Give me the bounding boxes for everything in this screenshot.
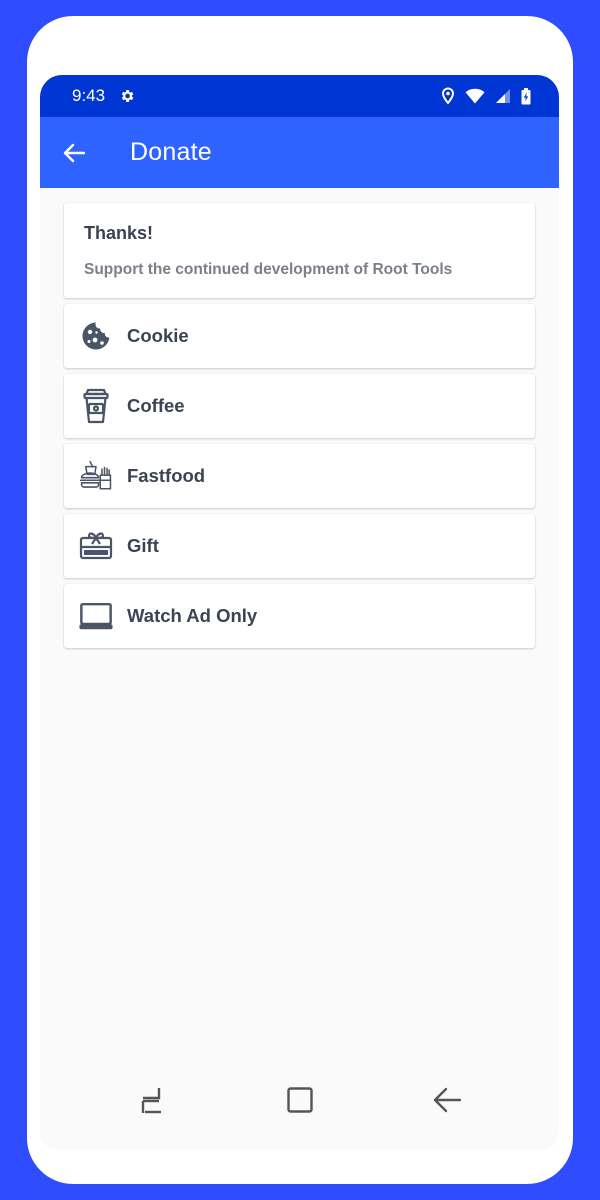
donate-item-label: Fastfood: [127, 465, 206, 486]
back-arrow-button[interactable]: [62, 141, 86, 165]
home-square-icon: [286, 1087, 313, 1113]
thanks-subtitle: Support the continued development of Roo…: [84, 261, 453, 278]
system-back-button[interactable]: [431, 1084, 463, 1116]
fastfood-icon: [79, 457, 113, 495]
recent-apps-button[interactable]: [136, 1084, 168, 1116]
donate-item-watch-ad[interactable]: Watch Ad Only: [64, 584, 535, 648]
laptop-icon: [79, 597, 113, 635]
screen: 9:43 Donate Thanks! Support the continue…: [40, 75, 559, 1150]
phone-frame: 9:43 Donate Thanks! Support the continue…: [27, 16, 573, 1184]
home-button[interactable]: [284, 1084, 316, 1116]
donate-item-label: Watch Ad Only: [127, 605, 258, 626]
donate-item-fastfood[interactable]: Fastfood: [64, 444, 535, 508]
donate-item-gift[interactable]: Gift: [64, 514, 535, 578]
arrow-left-icon: [63, 143, 85, 162]
cookie-icon: [79, 317, 113, 355]
status-time: 9:43: [72, 86, 106, 105]
battery-charging-icon: [521, 87, 531, 105]
donate-list: Thanks! Support the continued developmen…: [40, 188, 559, 648]
location-icon: [441, 87, 455, 105]
thanks-title: Thanks!: [84, 223, 154, 243]
settings-gear-icon: [119, 88, 135, 104]
donate-item-cookie[interactable]: Cookie: [64, 304, 535, 368]
back-arrow-icon: [433, 1087, 462, 1113]
coffee-cup-icon: [79, 387, 113, 425]
status-bar: 9:43: [40, 75, 559, 117]
page-title: Donate: [130, 138, 212, 166]
app-bar: Donate: [40, 117, 559, 188]
gift-card-icon: [79, 527, 113, 565]
donate-item-coffee[interactable]: Coffee: [64, 374, 535, 438]
donate-item-label: Coffee: [127, 395, 185, 416]
donate-item-label: Gift: [127, 535, 159, 556]
system-nav-bar: [40, 1050, 559, 1150]
cell-signal-icon: [495, 88, 511, 104]
donate-item-label: Cookie: [127, 325, 189, 346]
wifi-icon: [465, 88, 485, 104]
thanks-card: Thanks! Support the continued developmen…: [64, 203, 535, 298]
recent-apps-icon: [141, 1088, 161, 1114]
